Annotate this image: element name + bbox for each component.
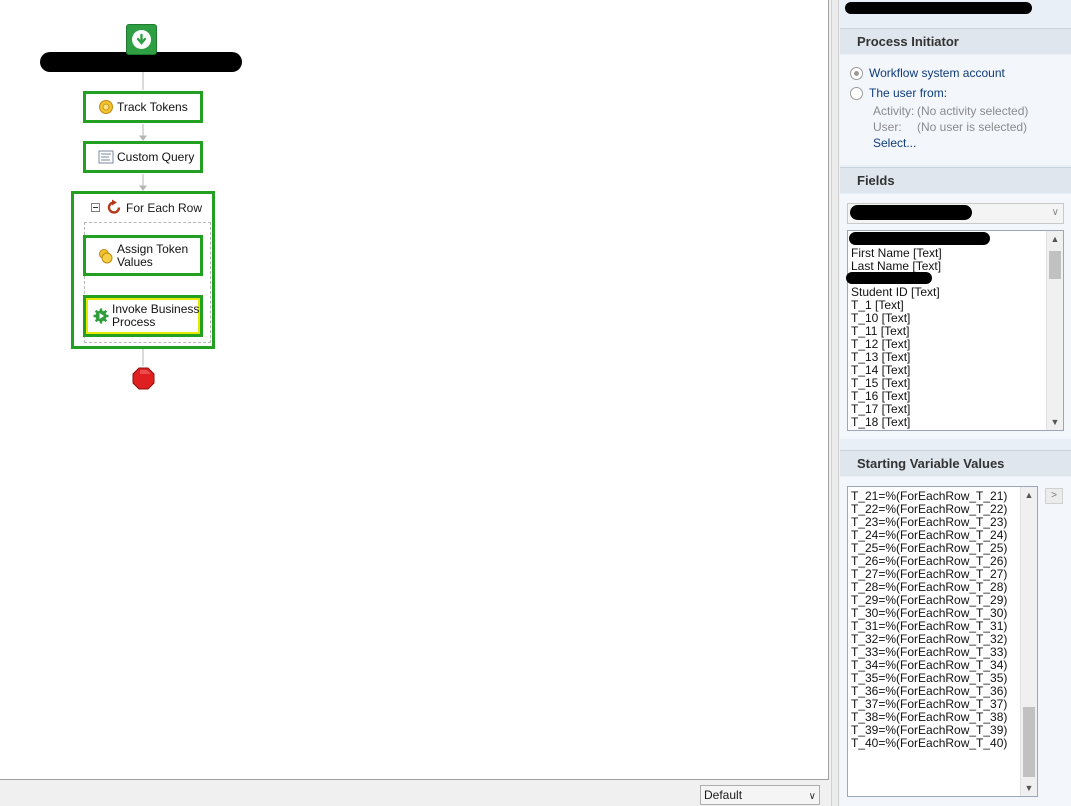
- loop-icon: [106, 199, 123, 216]
- custom-query-node[interactable]: Custom Query: [83, 141, 203, 173]
- variable-list-item[interactable]: T_40=%(ForEachRow_T_40): [848, 737, 1037, 750]
- fields-scrollbar[interactable]: ▲ ▼: [1046, 231, 1063, 430]
- starting-variables-scrollbar[interactable]: ▲ ▼: [1020, 487, 1037, 796]
- process-initiator-header: Process Initiator: [840, 28, 1071, 54]
- panel-splitter[interactable]: [831, 0, 839, 806]
- start-node[interactable]: [126, 24, 157, 55]
- stop-icon[interactable]: [132, 367, 155, 390]
- radio-user-from[interactable]: The user from:: [850, 86, 947, 100]
- assign-token-values-line2: Values: [117, 254, 153, 269]
- starting-variables-list[interactable]: T_21=%(ForEachRow_T_21) T_22=%(ForEachRow…: [847, 486, 1038, 797]
- coins-icon: [98, 248, 114, 264]
- redacted-dropdown-value: [850, 205, 972, 220]
- collapse-icon[interactable]: [91, 203, 100, 212]
- assign-token-values-label: Assign Token Values: [117, 241, 189, 269]
- user-value: (No user is selected): [917, 120, 1028, 134]
- scroll-thumb[interactable]: [1049, 251, 1061, 279]
- activity-value: (No activity selected): [917, 104, 1029, 118]
- track-tokens-label: Track Tokens: [117, 99, 188, 114]
- scroll-down-icon[interactable]: ▼: [1021, 780, 1037, 796]
- radio-user-from-label: The user from:: [869, 86, 948, 100]
- fields-header: Fields: [840, 167, 1071, 193]
- chevron-down-icon: ∨: [808, 791, 816, 802]
- user-row: User: (No user is selected): [873, 120, 1027, 134]
- for-each-row-label: For Each Row: [126, 200, 203, 215]
- radio-icon: [850, 86, 863, 100]
- activity-label: Activity:: [873, 104, 915, 118]
- query-icon: [98, 149, 114, 165]
- starting-variable-values-header: Starting Variable Values: [840, 450, 1071, 476]
- invoke-bp-line1: Invoke Business: [112, 302, 200, 316]
- field-list-item[interactable]: T_18 [Text]: [848, 416, 1063, 429]
- scroll-up-icon[interactable]: ▲: [1021, 487, 1037, 503]
- track-tokens-node[interactable]: Track Tokens: [83, 91, 203, 123]
- zoom-select[interactable]: Default ∨: [700, 785, 820, 805]
- redacted-field-top: [849, 232, 990, 245]
- gear-play-icon: [93, 308, 109, 324]
- scroll-thumb[interactable]: [1023, 707, 1035, 777]
- workflow-canvas[interactable]: Track Tokens Custom Query For Each Row A…: [0, 0, 829, 780]
- radio-workflow-system-label: Workflow system account: [869, 66, 1005, 80]
- radio-icon-checked: [850, 66, 863, 80]
- activity-row: Activity: (No activity selected): [873, 104, 1028, 118]
- assign-token-values-line1: Assign Token: [117, 241, 189, 256]
- start-arrow-down-icon: [132, 30, 151, 49]
- expand-variables-button[interactable]: >: [1045, 488, 1063, 504]
- radio-workflow-system-account[interactable]: Workflow system account: [850, 66, 1005, 80]
- starting-variables-rows: T_21=%(ForEachRow_T_21) T_22=%(ForEachRow…: [848, 490, 1037, 750]
- assign-token-values-node[interactable]: Assign Token Values: [83, 235, 203, 276]
- custom-query-label: Custom Query: [117, 149, 195, 164]
- invoke-business-process-node[interactable]: Invoke Business Process: [83, 295, 203, 337]
- invoke-bp-line2: Process: [112, 315, 156, 329]
- scroll-up-icon[interactable]: ▲: [1047, 231, 1063, 247]
- fields-list[interactable]: First Name [Text] Last Name [Text] Student…: [847, 230, 1064, 431]
- redacted-panel-title: [845, 2, 1032, 14]
- zoom-select-value: Default: [704, 788, 743, 802]
- redacted-field-middle: [846, 272, 932, 284]
- chevron-down-icon: ∨: [1051, 207, 1059, 218]
- redacted-title: [40, 52, 242, 72]
- token-icon: [98, 99, 114, 115]
- for-each-row-header[interactable]: For Each Row: [91, 199, 202, 216]
- scroll-down-icon[interactable]: ▼: [1047, 414, 1063, 430]
- user-label: User:: [873, 120, 902, 134]
- select-link[interactable]: Select...: [873, 136, 916, 150]
- invoke-business-process-label: Invoke Business Process: [112, 303, 199, 329]
